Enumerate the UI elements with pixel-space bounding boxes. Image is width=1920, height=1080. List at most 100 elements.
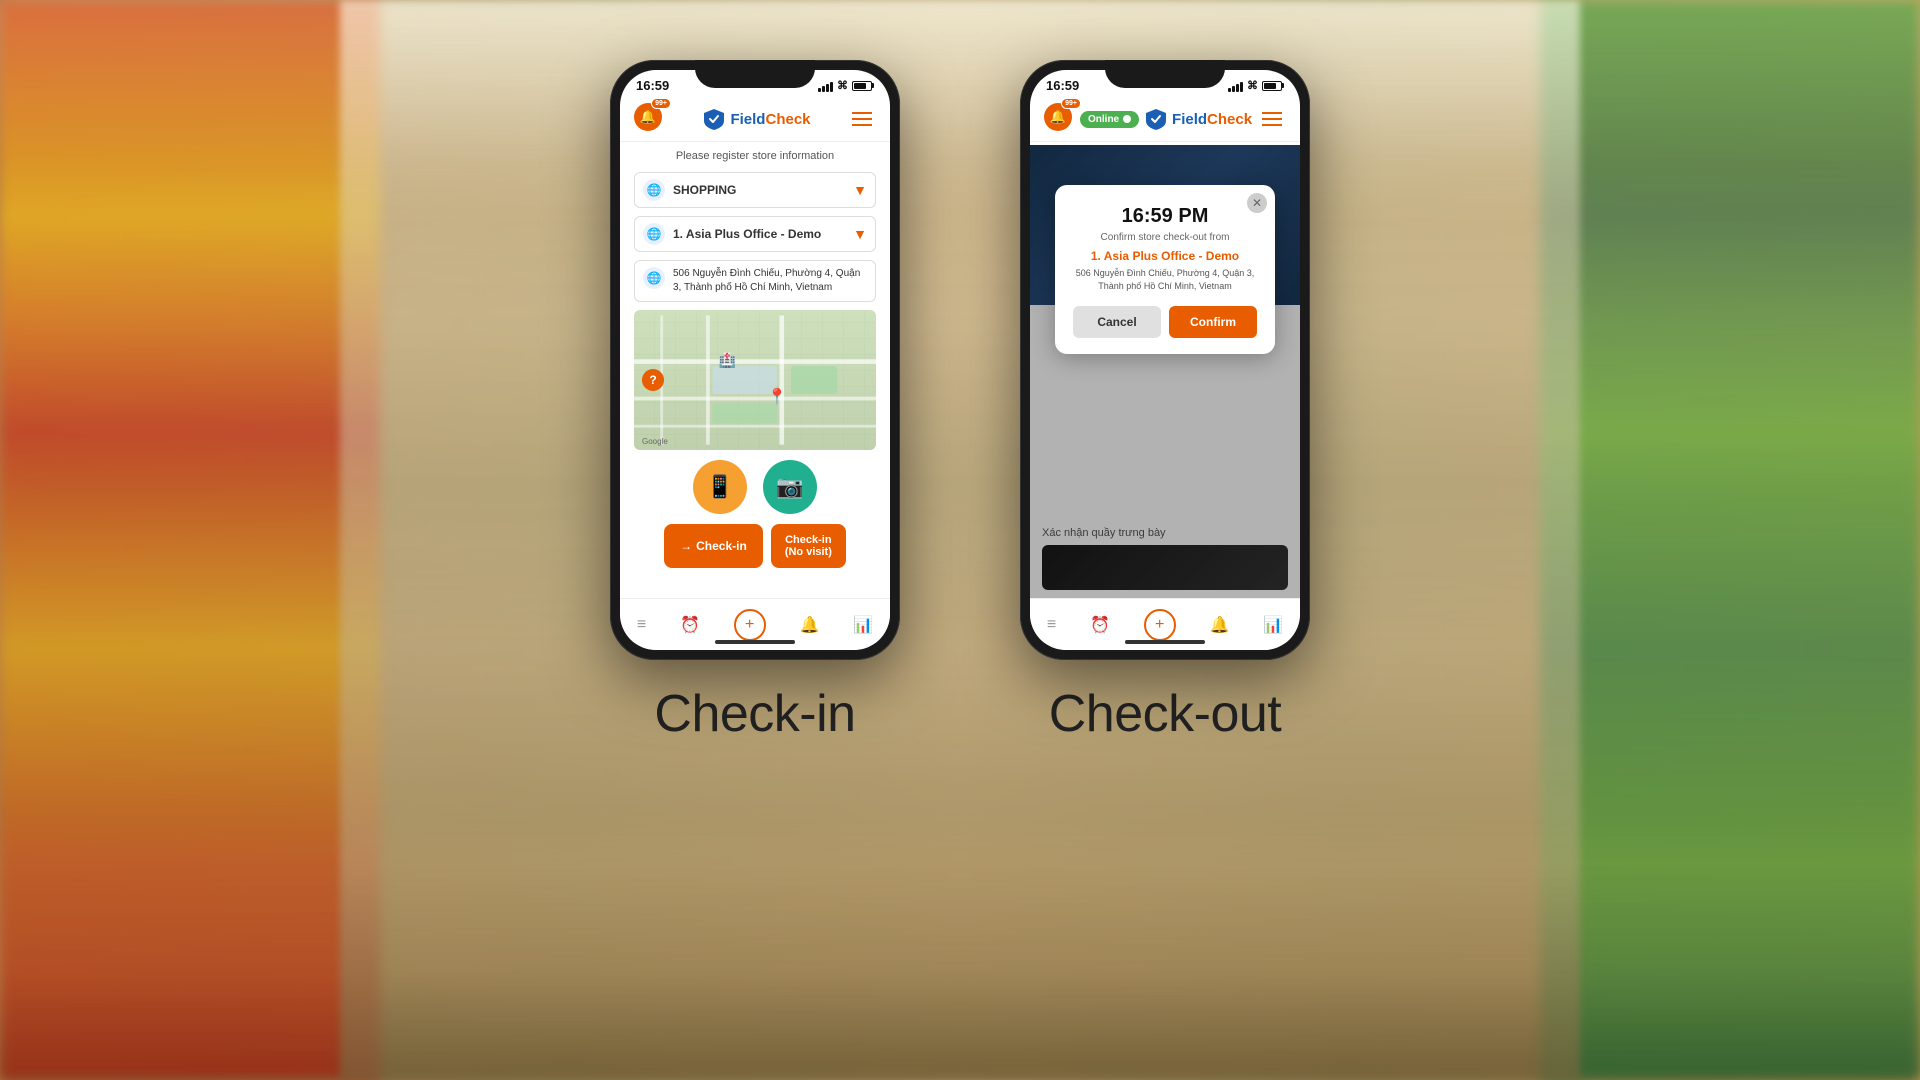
co-hamburger-line-3 bbox=[1262, 124, 1282, 126]
co-hamburger-line-2 bbox=[1262, 118, 1282, 120]
wifi-icon-checkout: ⌘ bbox=[1247, 79, 1258, 92]
modal-buttons: Cancel Confirm bbox=[1073, 306, 1257, 338]
fieldcheck-logo-text-checkout: FieldCheck bbox=[1172, 111, 1252, 128]
notification-badge-checkout: 99+ bbox=[1061, 98, 1081, 109]
fieldcheck-logo-text-checkin: FieldCheck bbox=[730, 111, 810, 128]
home-indicator-checkout bbox=[1125, 640, 1205, 644]
app-header-checkout: 🔔 99+ Online bbox=[1030, 97, 1300, 142]
co-hamburger-line-1 bbox=[1262, 112, 1282, 114]
map-marker-h1: 🏥 bbox=[719, 352, 736, 369]
logo-field-co: Field bbox=[1172, 111, 1207, 128]
phone-notch-checkout bbox=[1105, 60, 1225, 88]
nav-plus-icon-checkout[interactable]: + bbox=[1144, 609, 1176, 641]
notification-bell-checkout[interactable]: 🔔 99+ bbox=[1044, 103, 1076, 135]
checkin-phone-label: Check-in bbox=[654, 684, 855, 744]
checkin-buttons-row: → Check-in Check-in(No visit) bbox=[634, 524, 876, 568]
modal-close-button[interactable]: ✕ bbox=[1247, 193, 1267, 213]
online-dot bbox=[1123, 115, 1131, 123]
nav-chart-icon-checkout[interactable]: 📊 bbox=[1263, 615, 1283, 635]
notification-bell-checkin[interactable]: 🔔 99+ bbox=[634, 103, 666, 135]
modal-subtitle: Confirm store check-out from bbox=[1073, 232, 1257, 243]
nav-clock-icon-checkout[interactable]: ⏰ bbox=[1090, 615, 1110, 635]
checkout-confirm-modal: ✕ 16:59 PM Confirm store check-out from … bbox=[1055, 185, 1275, 354]
online-badge: Online bbox=[1080, 111, 1139, 128]
nav-list-icon-checkout[interactable]: ≡ bbox=[1047, 616, 1056, 634]
selfie-icon-circle[interactable]: 📱 bbox=[693, 460, 747, 514]
signal-bar-4 bbox=[830, 82, 833, 92]
status-time-checkin: 16:59 bbox=[636, 78, 669, 93]
main-content: 16:59 ⌘ bbox=[0, 0, 1920, 1080]
online-status-area: 🔔 99+ Online bbox=[1044, 103, 1139, 135]
confirm-button[interactable]: Confirm bbox=[1169, 306, 1257, 338]
nav-bell-icon-checkin[interactable]: 🔔 bbox=[799, 615, 819, 635]
nav-plus-icon-checkin[interactable]: + bbox=[734, 609, 766, 641]
battery-icon-checkout bbox=[1262, 81, 1284, 91]
shopping-dropdown[interactable]: 🌐 SHOPPING ▼ bbox=[634, 172, 876, 208]
checkin-screen: 16:59 ⌘ bbox=[620, 70, 890, 650]
app-header-checkin: 🔔 99+ FieldCheck bbox=[620, 97, 890, 142]
checkin-section: 16:59 ⌘ bbox=[610, 60, 900, 744]
phone-notch-checkin bbox=[695, 60, 815, 88]
signal-bars-checkin bbox=[818, 80, 833, 92]
hamburger-line-2 bbox=[852, 118, 872, 120]
nav-bell-icon-checkout[interactable]: 🔔 bbox=[1209, 615, 1229, 635]
wifi-icon-checkin: ⌘ bbox=[837, 79, 848, 92]
register-text: Please register store information bbox=[634, 150, 876, 162]
co-signal-bar-3 bbox=[1236, 84, 1239, 92]
hamburger-menu-checkout[interactable] bbox=[1258, 108, 1286, 130]
modal-address: 506 Nguyễn Đình Chiếu, Phường 4, Quận 3,… bbox=[1073, 267, 1257, 292]
checkin-button[interactable]: → Check-in bbox=[664, 524, 763, 568]
notification-badge-checkin: 99+ bbox=[651, 98, 671, 109]
camera-icon: 📷 bbox=[776, 474, 803, 500]
nav-clock-icon-checkin[interactable]: ⏰ bbox=[680, 615, 700, 635]
signal-bar-2 bbox=[822, 86, 825, 92]
status-time-checkout: 16:59 bbox=[1046, 78, 1079, 93]
address-text-checkin: 506 Nguyễn Đình Chiếu, Phường 4, Quận 3,… bbox=[673, 267, 867, 295]
checkout-phone-label: Check-out bbox=[1049, 684, 1282, 744]
co-signal-bar-4 bbox=[1240, 82, 1243, 92]
hamburger-menu-checkin[interactable] bbox=[848, 108, 876, 130]
phones-row: 16:59 ⌘ bbox=[610, 60, 1310, 744]
hamburger-line-3 bbox=[852, 124, 872, 126]
nav-list-icon-checkin[interactable]: ≡ bbox=[637, 616, 646, 634]
store-dropdown[interactable]: 🌐 1. Asia Plus Office - Demo ▼ bbox=[634, 216, 876, 252]
action-icons-row: 📱 📷 bbox=[634, 460, 876, 514]
co-signal-bar-2 bbox=[1232, 86, 1235, 92]
map-area-checkin: ? 🏥 📍 Google bbox=[634, 310, 876, 450]
checkin-no-visit-button[interactable]: Check-in(No visit) bbox=[771, 524, 846, 568]
online-label: Online bbox=[1088, 114, 1119, 125]
globe-icon-shopping: 🌐 bbox=[643, 179, 665, 201]
status-icons-checkin: ⌘ bbox=[818, 79, 874, 92]
map-pin-main: 📍 bbox=[767, 387, 787, 407]
google-maps-label: Google bbox=[642, 437, 668, 446]
checkin-phone: 16:59 ⌘ bbox=[610, 60, 900, 660]
checkin-form-content: Please register store information 🌐 SHOP… bbox=[620, 142, 890, 576]
checkin-no-visit-label: Check-in(No visit) bbox=[785, 534, 832, 558]
selfie-icon: 📱 bbox=[706, 474, 733, 500]
fieldcheck-shield-icon-checkout bbox=[1145, 108, 1167, 130]
checkin-label: Check-in bbox=[696, 539, 747, 553]
battery-icon-checkin bbox=[852, 81, 874, 91]
hamburger-line-1 bbox=[852, 112, 872, 114]
address-box-checkin: 🌐 506 Nguyễn Đình Chiếu, Phường 4, Quận … bbox=[634, 260, 876, 302]
signal-bar-3 bbox=[826, 84, 829, 92]
checkin-icon: → bbox=[680, 539, 692, 553]
fieldcheck-logo-checkin: FieldCheck bbox=[703, 108, 810, 130]
checkout-section: 16:59 ⌘ bbox=[1020, 60, 1310, 744]
home-indicator-checkin bbox=[715, 640, 795, 644]
camera-icon-circle[interactable]: 📷 bbox=[763, 460, 817, 514]
globe-icon-address: 🌐 bbox=[643, 267, 665, 289]
modal-store-name: 1. Asia Plus Office - Demo bbox=[1073, 249, 1257, 263]
co-signal-bar-1 bbox=[1228, 88, 1231, 92]
logo-check: Check bbox=[765, 111, 810, 128]
signal-bars-checkout bbox=[1228, 80, 1243, 92]
checkout-phone: 16:59 ⌘ bbox=[1020, 60, 1310, 660]
dropdown-arrow-shopping: ▼ bbox=[853, 182, 867, 198]
nav-chart-icon-checkin[interactable]: 📊 bbox=[853, 615, 873, 635]
store-value: 1. Asia Plus Office - Demo bbox=[673, 227, 845, 241]
map-question-icon: ? bbox=[642, 369, 664, 391]
fieldcheck-shield-icon bbox=[703, 108, 725, 130]
signal-bar-1 bbox=[818, 88, 821, 92]
globe-icon-store: 🌐 bbox=[643, 223, 665, 245]
cancel-button[interactable]: Cancel bbox=[1073, 306, 1161, 338]
